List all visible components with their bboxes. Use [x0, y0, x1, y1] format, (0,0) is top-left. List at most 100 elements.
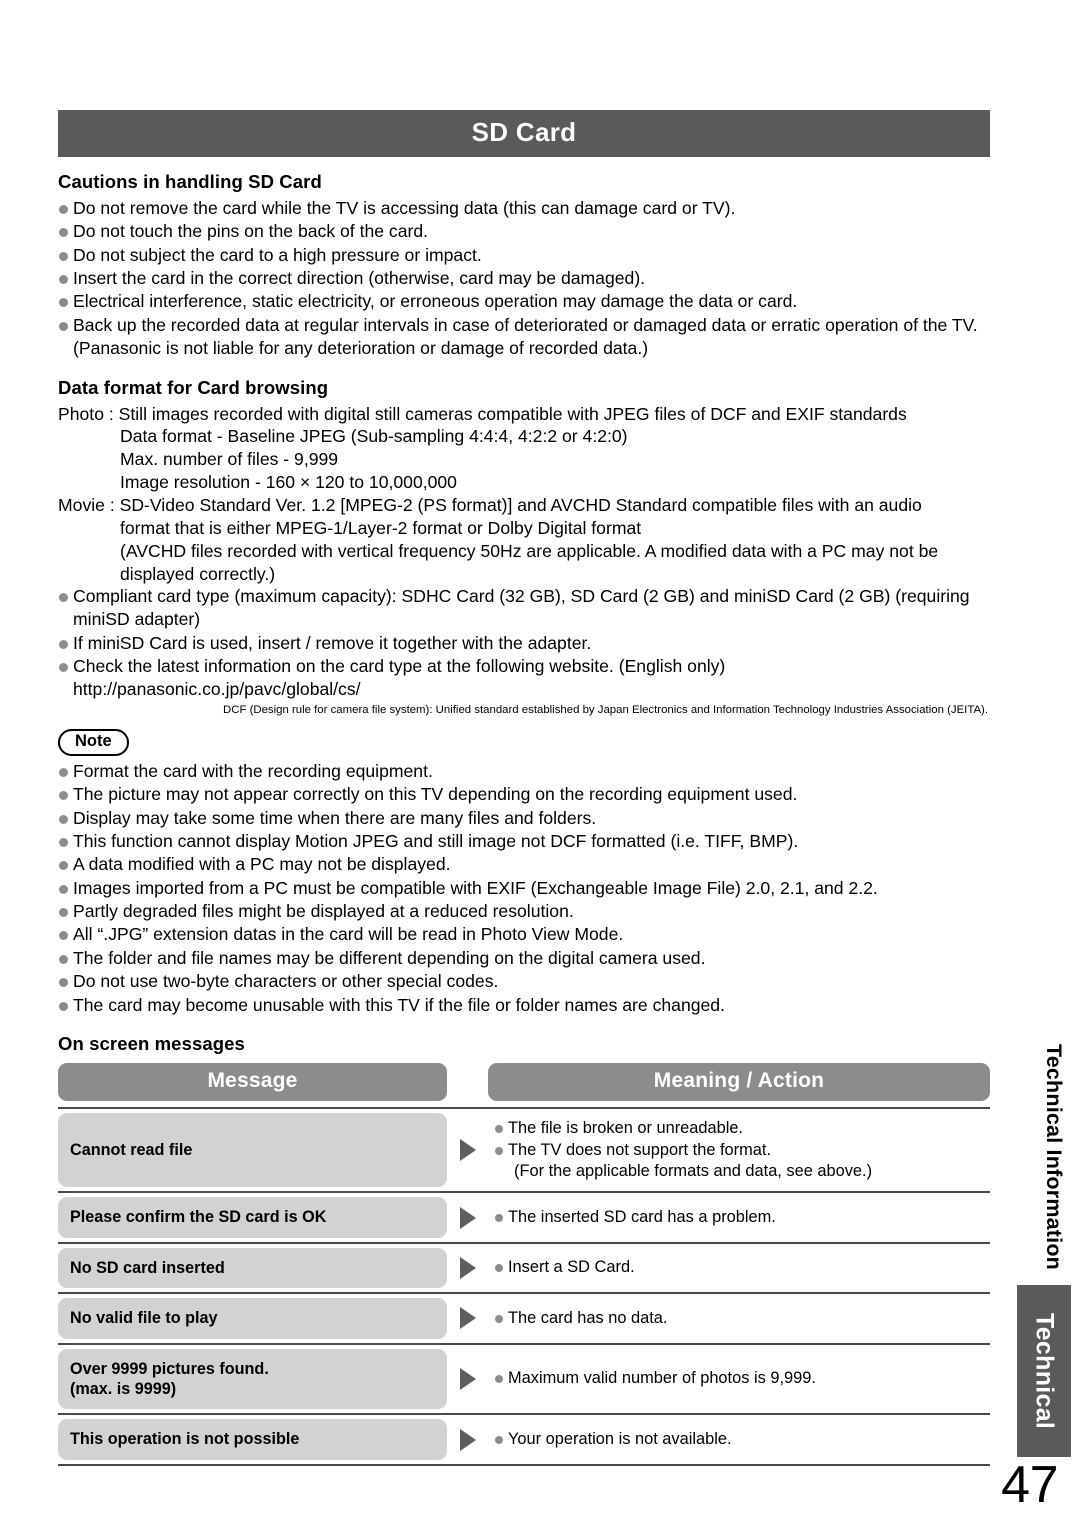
note-text: The picture may not appear correctly on … [73, 784, 798, 805]
action-text: Maximum valid number of photos is 9,999. [508, 1369, 816, 1388]
table-row: Please confirm the SD card is OK The ins… [58, 1193, 990, 1244]
caution-text: Insert the card in the correct direction… [73, 268, 646, 289]
row-message: No SD card inserted [58, 1247, 447, 1289]
list-item: The card has no data. [494, 1308, 667, 1329]
onscreen-heading: On screen messages [58, 1033, 245, 1055]
arrow-cell [447, 1345, 488, 1414]
list-item: The folder and file names may be differe… [58, 947, 990, 970]
list-item: Insert a SD Card. [494, 1257, 635, 1278]
list-item: Format the card with the recording equip… [58, 760, 990, 783]
note-list: Format the card with the recording equip… [58, 760, 990, 1016]
list-item: Do not remove the card while the TV is a… [58, 197, 990, 220]
action-text: The TV does not support the format. [508, 1140, 772, 1159]
table-row: No valid file to play The card has no da… [58, 1294, 990, 1345]
list-item: All “.JPG” extension datas in the card w… [58, 923, 990, 946]
play-triangle-icon [459, 1367, 476, 1390]
arrow-cell [447, 1294, 488, 1342]
list-item: Do not subject the card to a high pressu… [58, 244, 990, 267]
table-row: No SD card inserted Insert a SD Card. [58, 1244, 990, 1295]
column-header-message: Message [58, 1063, 447, 1102]
list-item: Do not touch the pins on the back of the… [58, 220, 990, 243]
arrow-cell [447, 1193, 488, 1241]
play-triangle-icon [459, 1428, 476, 1451]
arrow-cell [447, 1109, 488, 1191]
list-item: The file is broken or unreadable. [494, 1118, 872, 1139]
photo-lead: Photo : Still images recorded with digit… [58, 403, 907, 424]
action-subnote: (For the applicable formats and data, se… [514, 1161, 873, 1180]
dataformat-bullets: Compliant card type (maximum capacity): … [58, 585, 990, 677]
note-text: Display may take some time when there ar… [73, 807, 597, 828]
list-item: Electrical interference, static electric… [58, 290, 990, 313]
row-action-list: The card has no data. [494, 1308, 667, 1330]
row-action: Insert a SD Card. [488, 1244, 990, 1292]
caution-text: Back up the recorded data at regular int… [73, 314, 978, 358]
row-action: Maximum valid number of photos is 9,999. [488, 1345, 990, 1414]
action-text: Your operation is not available. [508, 1429, 732, 1448]
document-page: SD Card Cautions in handling SD Card Do … [0, 0, 1080, 1527]
table-row: Over 9999 pictures found. (max. is 9999)… [58, 1345, 990, 1416]
column-header-action: Meaning / Action [488, 1063, 990, 1102]
row-action-list: Insert a SD Card. [494, 1257, 635, 1279]
note-badge: Note [58, 729, 129, 756]
list-item: The inserted SD card has a problem. [494, 1207, 776, 1228]
chapter-label-vertical: Technical Information [1042, 1044, 1066, 1270]
caution-text: Do not remove the card while the TV is a… [73, 198, 736, 218]
row-action-list: The file is broken or unreadable. The TV… [494, 1118, 872, 1182]
list-item: This function cannot display Motion JPEG… [58, 830, 990, 853]
play-triangle-icon [459, 1256, 476, 1279]
row-message: Over 9999 pictures found. (max. is 9999) [58, 1348, 447, 1410]
arrow-cell [447, 1244, 488, 1292]
caution-text: Do not touch the pins on the back of the… [73, 221, 429, 242]
movie-line: displayed correctly.) [120, 563, 276, 584]
dataformat-bullet-text: Compliant card type (maximum capacity): … [73, 586, 970, 630]
row-message: Cannot read file [58, 1113, 447, 1188]
chapter-tab: Technical [1017, 1285, 1071, 1457]
list-item: If miniSD Card is used, insert / remove … [58, 632, 990, 655]
list-item: Insert the card in the correct direction… [58, 267, 990, 290]
movie-line: format that is either MPEG-1/Layer-2 for… [120, 517, 642, 538]
caution-text: Electrical interference, static electric… [73, 291, 798, 312]
caution-text: Do not subject the card to a high pressu… [73, 244, 482, 265]
list-item: Maximum valid number of photos is 9,999. [494, 1368, 816, 1389]
table-row: This operation is not possible Your oper… [58, 1415, 990, 1466]
support-website-url[interactable]: http://panasonic.co.jp/pavc/global/cs/ [58, 678, 990, 701]
note-text: The folder and file names may be differe… [73, 947, 706, 968]
row-action: The inserted SD card has a problem. [488, 1193, 990, 1241]
movie-lead: Movie : SD-Video Standard Ver. 1.2 [MPEG… [58, 494, 922, 515]
row-message: Please confirm the SD card is OK [58, 1197, 447, 1238]
row-message: This operation is not possible [58, 1419, 447, 1460]
note-text: Partly degraded files might be displayed… [73, 901, 574, 922]
row-action: Your operation is not available. [488, 1415, 990, 1463]
list-item: Partly degraded files might be displayed… [58, 900, 990, 923]
note-text: All “.JPG” extension datas in the card w… [73, 924, 624, 945]
note-text: Do not use two-byte characters or other … [73, 971, 499, 992]
photo-line: Max. number of files - 9,999 [120, 449, 339, 470]
list-item: Compliant card type (maximum capacity): … [58, 585, 990, 631]
row-action: The file is broken or unreadable. The TV… [488, 1109, 990, 1191]
list-item: Do not use two-byte characters or other … [58, 970, 990, 993]
action-text: The card has no data. [508, 1308, 668, 1327]
note-text: Images imported from a PC must be compat… [73, 877, 878, 898]
dataformat-bullet-text: Check the latest information on the card… [73, 655, 726, 676]
photo-line: Data format - Baseline JPEG (Sub-samplin… [120, 426, 628, 447]
row-message: No valid file to play [58, 1298, 447, 1339]
play-triangle-icon [459, 1307, 476, 1330]
row-action-list: Maximum valid number of photos is 9,999. [494, 1368, 816, 1390]
note-text: This function cannot display Motion JPEG… [73, 830, 799, 851]
cautions-heading: Cautions in handling SD Card [58, 171, 322, 192]
row-action-list: The inserted SD card has a problem. [494, 1207, 776, 1229]
page-content: SD Card Cautions in handling SD Card Do … [58, 110, 990, 1466]
note-text: A data modified with a PC may not be dis… [73, 854, 451, 875]
dataformat-bullet-text: If miniSD Card is used, insert / remove … [73, 632, 592, 653]
row-action: The card has no data. [488, 1294, 990, 1342]
movie-line: (AVCHD files recorded with vertical freq… [120, 540, 939, 561]
note-text: Format the card with the recording equip… [73, 760, 433, 781]
section-title-bar: SD Card [58, 110, 990, 157]
photo-line: Image resolution - 160 × 120 to 10,000,0… [120, 472, 457, 493]
movie-format-block: Movie : SD-Video Standard Ver. 1.2 [MPEG… [58, 494, 990, 585]
list-item: The picture may not appear correctly on … [58, 783, 990, 806]
list-item: Your operation is not available. [494, 1429, 732, 1450]
onscreen-table-header: Message Meaning / Action [58, 1063, 990, 1102]
cautions-list: Do not remove the card while the TV is a… [58, 197, 990, 360]
list-item: The TV does not support the format. (For… [494, 1140, 872, 1182]
